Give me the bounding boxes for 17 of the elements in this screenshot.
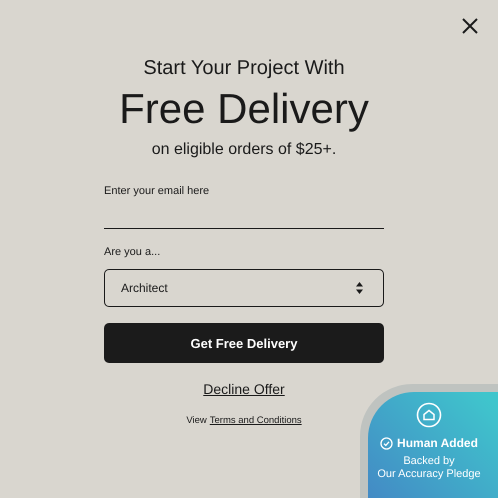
role-select[interactable]: Architect [104,269,384,307]
badge-text: Backed by [403,455,455,468]
title: Free Delivery [118,84,370,134]
check-icon [380,436,394,450]
badge-title: Human Added [397,436,478,450]
close-icon[interactable] [460,16,480,36]
house-icon [416,402,442,428]
email-label: Enter your email here [104,184,210,198]
decline-link[interactable]: Decline Offer [203,381,285,397]
sort-arrows-icon [356,281,363,295]
role-label: Are you a... [104,245,162,259]
terms-link[interactable]: Terms and Conditions [210,415,302,426]
terms-prefix: View [186,415,207,426]
submit-button[interactable]: Get Free Delivery [104,323,384,363]
subtitle: on eligible orders of $25+. [150,140,338,160]
badge-text: Our Accuracy Pledge [377,468,481,481]
pretitle: Start Your Project With [142,56,346,80]
